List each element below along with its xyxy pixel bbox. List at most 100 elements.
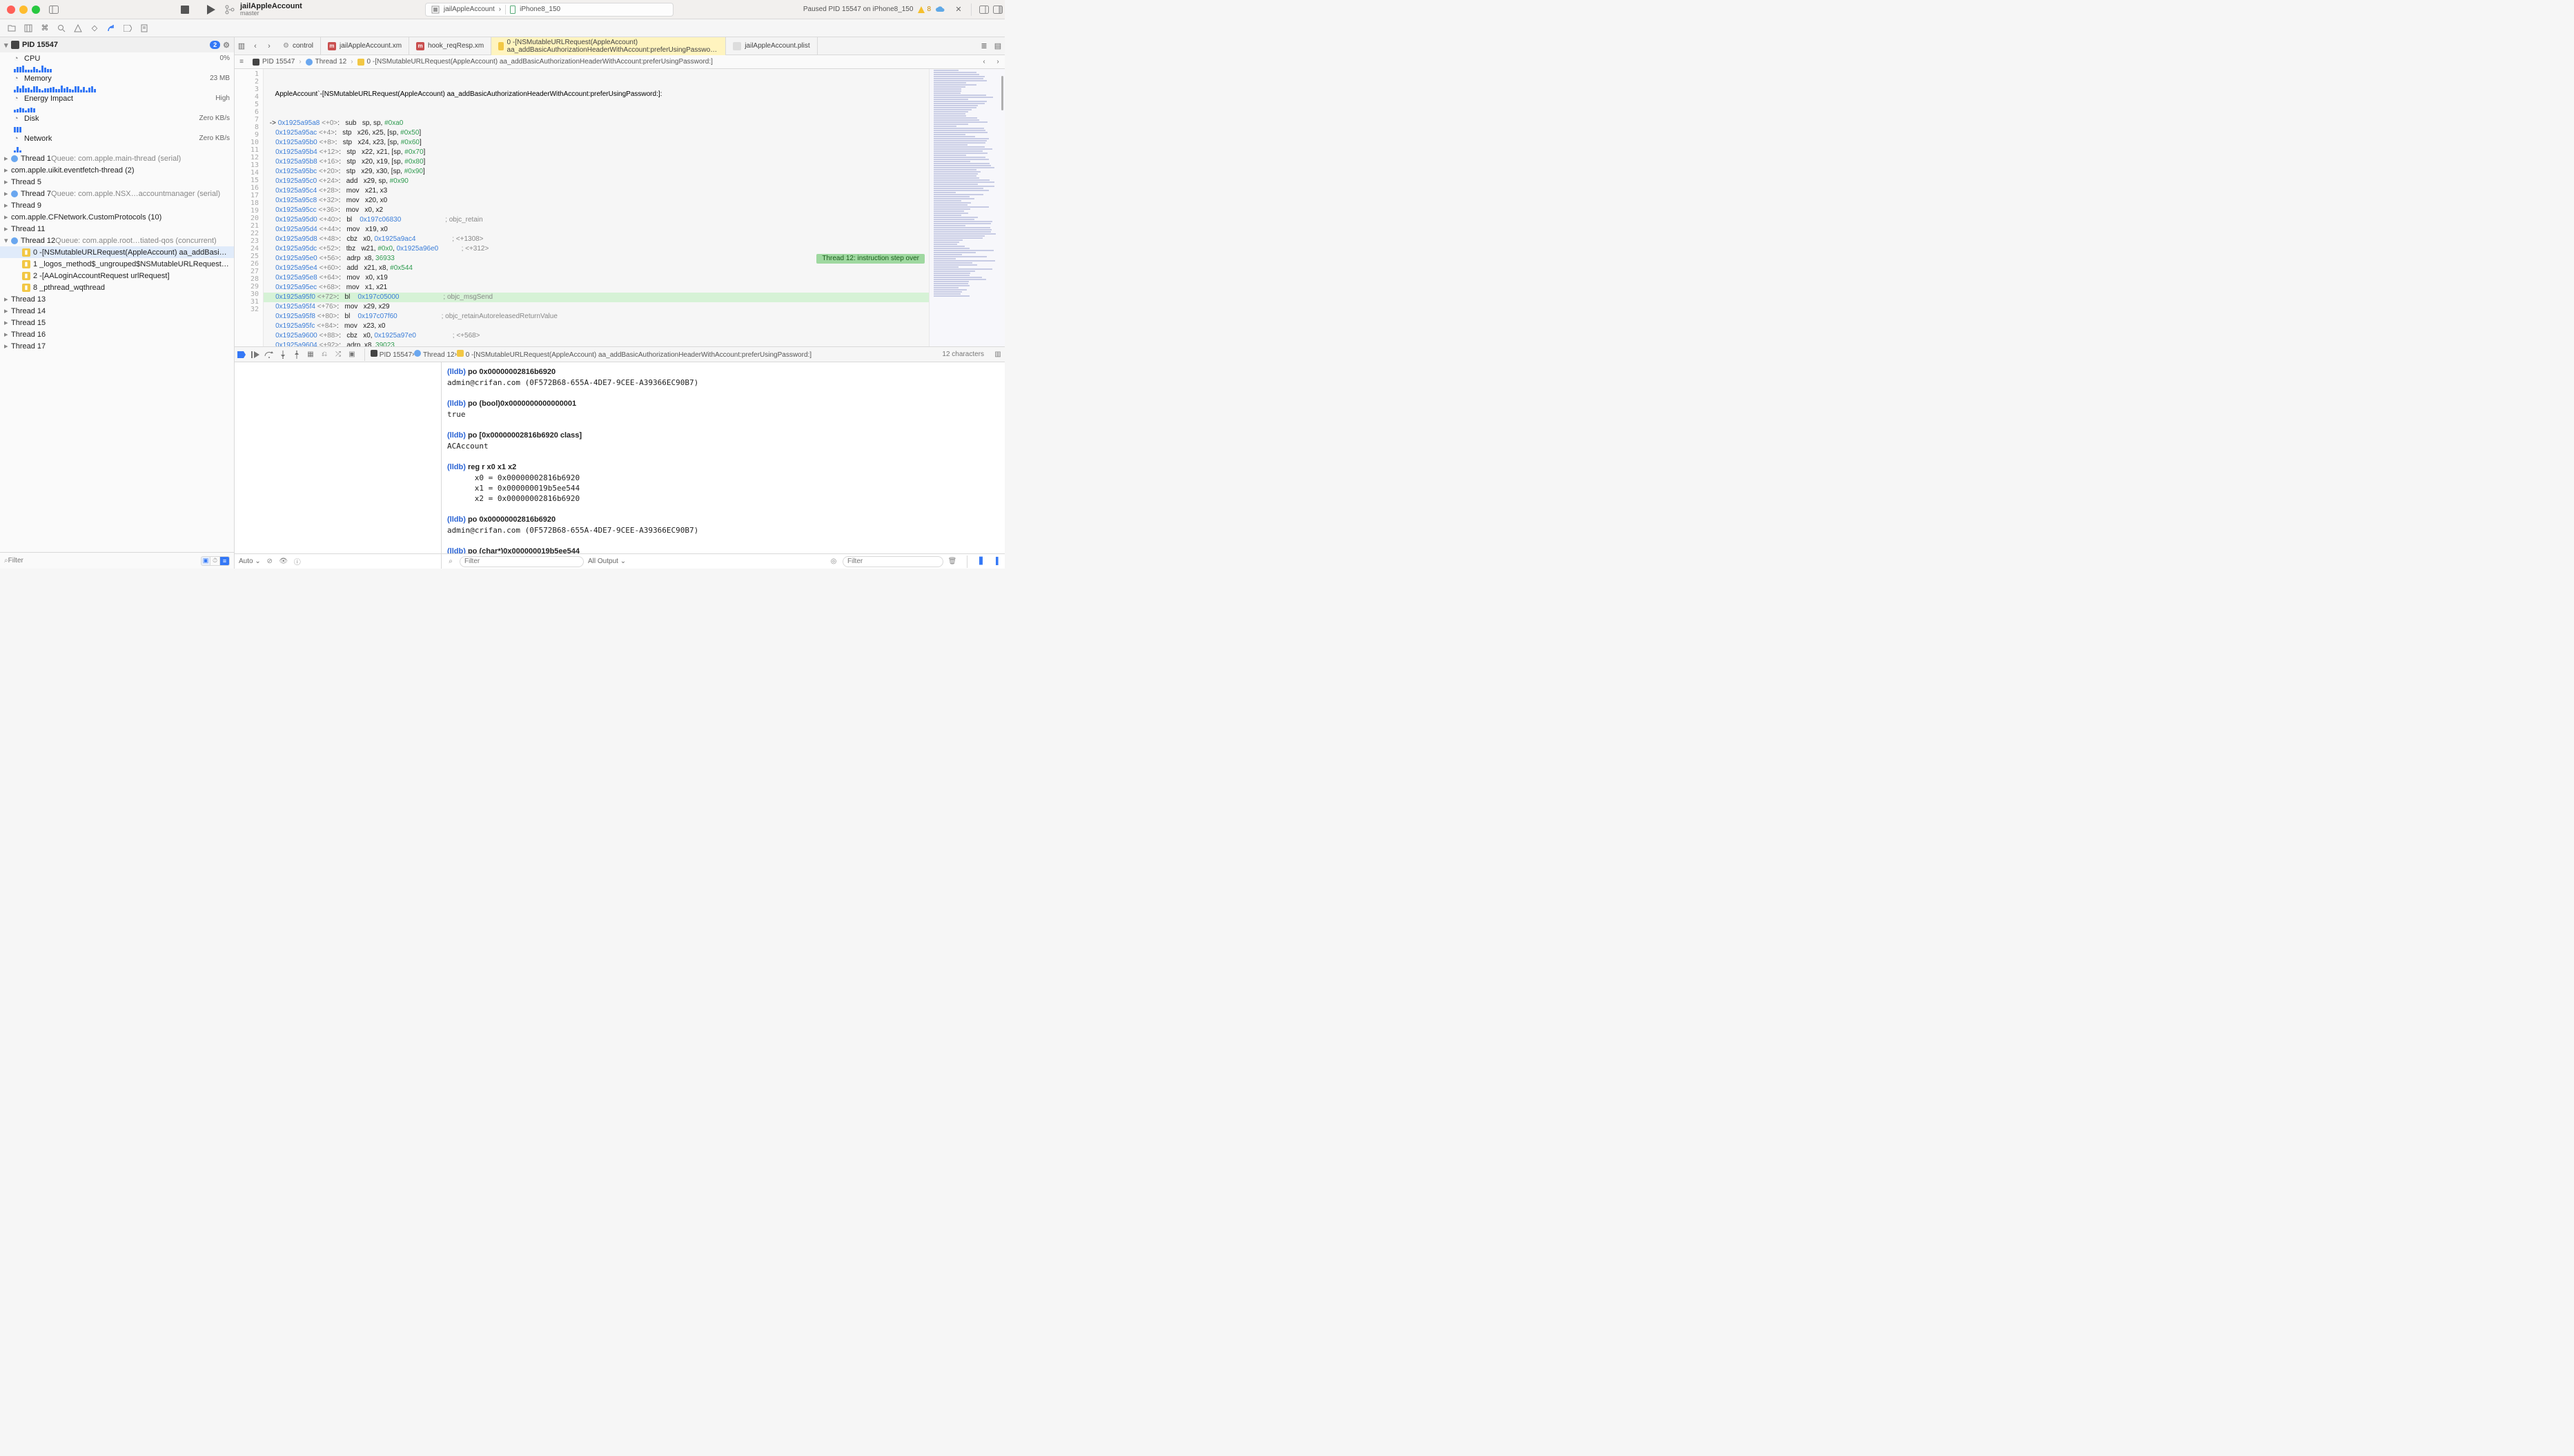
asm-line[interactable]: -> 0x1925a95a8 <+0>: sub sp, sp, #0xa0 — [264, 119, 929, 128]
debug-memory-graph-button[interactable]: ⎌ — [317, 348, 331, 361]
project-navigator-icon[interactable] — [4, 21, 19, 35]
run-button[interactable] — [204, 3, 218, 17]
library-button[interactable] — [977, 3, 991, 17]
minimap-viewport[interactable] — [1001, 76, 1003, 110]
console-right-filter-input[interactable] — [843, 556, 943, 567]
source-control-navigator-icon[interactable] — [21, 21, 36, 35]
variables-filter-icon[interactable]: ⊘ — [265, 557, 275, 567]
gauge-cpu[interactable]: ◔ CPU0% — [0, 52, 234, 64]
asm-line[interactable]: 0x1925a95f0 <+72>: bl 0x197c05000 ; objc… — [264, 293, 929, 302]
continue-button[interactable] — [248, 348, 262, 361]
minimap[interactable] — [929, 69, 1005, 346]
filter-seg-3[interactable]: ≡ — [220, 556, 230, 566]
show-console-pane-button[interactable]: ▐ — [991, 557, 1001, 567]
asm-line[interactable]: 0x1925a95c8 <+32>: mov x20, x0 — [264, 196, 929, 206]
find-navigator-icon[interactable] — [54, 21, 69, 35]
debug-area-toggle-icon[interactable]: ▥ — [991, 348, 1005, 361]
warning-icon[interactable]: 8 — [917, 6, 931, 14]
jump-crumb[interactable]: Thread 12 — [414, 350, 454, 359]
thread-row[interactable]: ▸Thread 13 — [0, 293, 234, 305]
navigator-filter-input[interactable] — [8, 557, 201, 564]
thread-row[interactable]: ▸Thread 17 — [0, 340, 234, 352]
editor-tab[interactable]: jailAppleAccount.plist — [726, 37, 818, 55]
issue-navigator-icon[interactable] — [70, 21, 86, 35]
asm-line[interactable]: 0x1925a9600 <+88>: cbz x0, 0x1925a97e0 ;… — [264, 331, 929, 341]
asm-line[interactable]: 0x1925a95ec <+68>: mov x1, x21 — [264, 283, 929, 293]
toggle-breakpoints-button[interactable] — [235, 348, 248, 361]
jump-crumb[interactable]: Thread 12 — [302, 58, 351, 66]
console-output[interactable]: (lldb) po 0x00000002816b6920 admin@crifa… — [442, 362, 1005, 553]
stop-button[interactable] — [178, 3, 192, 17]
add-tab-button[interactable]: ✕ — [952, 3, 965, 17]
thread-row[interactable]: ▸com.apple.CFNetwork.CustomProtocols (10… — [0, 211, 234, 223]
editor-layout-button-1[interactable]: ≣ — [977, 39, 991, 53]
asm-line[interactable]: 0x1925a95b0 <+8>: stp x24, x23, [sp, #0x… — [264, 138, 929, 148]
gauge-disk[interactable]: ◔ DiskZero KB/s — [0, 112, 234, 124]
thread-row[interactable]: ▸Thread 16 — [0, 328, 234, 340]
related-items-button[interactable]: ▥ — [235, 39, 248, 53]
variables-view[interactable]: Auto ⌄ ⊘ 👁 ⓘ — [235, 362, 442, 569]
editor-tab[interactable]: mjailAppleAccount.xm — [321, 37, 409, 55]
thread-row[interactable]: ▸Thread 7 Queue: com.apple.NSX…accountma… — [0, 188, 234, 199]
jump-prev-icon[interactable]: ‹ — [977, 55, 991, 69]
step-over-button[interactable] — [262, 348, 276, 361]
thread-row[interactable]: ▾Thread 12 Queue: com.apple.root…tiated-… — [0, 235, 234, 246]
editor-tab[interactable]: mhook_reqResp.xm — [409, 37, 491, 55]
gauge-network[interactable]: ◔ NetworkZero KB/s — [0, 132, 234, 144]
asm-line[interactable]: 0x1925a95c4 <+28>: mov x21, x3 — [264, 186, 929, 196]
jump-crumb[interactable]: 0 -[NSMutableURLRequest(AppleAccount) aa… — [353, 58, 717, 66]
console-trash-icon[interactable]: 🗑 — [947, 557, 957, 567]
jump-extra-icon[interactable]: ≡ — [235, 55, 248, 69]
asm-line[interactable]: 0x1925a95f8 <+80>: bl 0x197c07f60 ; objc… — [264, 312, 929, 322]
step-out-button[interactable] — [290, 348, 304, 361]
asm-line[interactable]: 0x1925a95b4 <+12>: stp x22, x21, [sp, #0… — [264, 148, 929, 157]
zoom-window-button[interactable] — [32, 6, 40, 14]
editor-tab[interactable]: ⚙︎control — [276, 37, 321, 55]
jump-crumb[interactable]: PID 15547 — [248, 58, 299, 66]
jump-next-icon[interactable]: › — [991, 55, 1005, 69]
asm-line[interactable]: 0x1925a95e4 <+60>: add x21, x8, #0x544 — [264, 264, 929, 273]
variables-eye-icon[interactable]: 👁 — [279, 557, 288, 567]
asm-line[interactable]: 0x1925a95c0 <+24>: add x29, sp, #0x90 — [264, 177, 929, 186]
cloud-icon[interactable] — [935, 6, 945, 13]
thread-row[interactable]: ▸Thread 14 — [0, 305, 234, 317]
symbol-navigator-icon[interactable]: ⌘ — [37, 21, 52, 35]
asm-line[interactable]: 0x1925a95fc <+84>: mov x23, x0 — [264, 322, 929, 331]
nav-forward-button[interactable]: › — [262, 39, 276, 53]
thread-row[interactable]: ▸Thread 5 — [0, 176, 234, 188]
debug-view-hierarchy-button[interactable]: ▦ — [304, 348, 317, 361]
asm-line[interactable]: 0x1925a95b8 <+16>: stp x20, x19, [sp, #0… — [264, 157, 929, 167]
thread-row[interactable]: ▸Thread 9 — [0, 199, 234, 211]
asm-line[interactable]: 0x1925a95d4 <+44>: mov x19, x0 — [264, 225, 929, 235]
step-into-button[interactable] — [276, 348, 290, 361]
stack-frame-row[interactable]: ▮1 _logos_method$_ungrouped$NSMutableURL… — [0, 258, 234, 270]
console-output-mode-selector[interactable]: All Output ⌄ — [588, 558, 626, 565]
gauge-energy-impact[interactable]: ◔ Energy ImpactHigh — [0, 92, 234, 104]
project-title-block[interactable]: jailAppleAccount master — [240, 2, 302, 17]
variables-scope-selector[interactable]: Auto ⌄ — [239, 558, 261, 565]
variables-info-icon[interactable]: ⓘ — [293, 557, 302, 567]
thread-row[interactable]: ▸com.apple.uikit.eventfetch-thread (2) — [0, 164, 234, 176]
report-navigator-icon[interactable] — [137, 21, 152, 35]
gauge-memory[interactable]: ◔ Memory23 MB — [0, 72, 234, 84]
nav-back-button[interactable]: ‹ — [248, 39, 262, 53]
close-window-button[interactable] — [7, 6, 15, 14]
environment-overrides-button[interactable]: ▣ — [345, 348, 359, 361]
jump-crumb[interactable]: 0 -[NSMutableURLRequest(AppleAccount) aa… — [457, 350, 812, 359]
disassembly-view[interactable]: AppleAccount`-[NSMutableURLRequest(Apple… — [264, 69, 929, 346]
editor-layout-button-2[interactable]: ▤ — [991, 39, 1005, 53]
navigator-content[interactable]: ▾PID 155472⚙︎◔ CPU0% ◔ Memory23 MB ◔ Energ… — [0, 37, 234, 552]
asm-line[interactable]: 0x1925a95d0 <+40>: bl 0x197c06830 ; objc… — [264, 215, 929, 225]
show-variables-pane-button[interactable]: ▋ — [977, 557, 987, 567]
sidebar-toggle-button[interactable] — [47, 3, 61, 17]
navigator-header[interactable]: ▾PID 155472⚙︎ — [0, 37, 234, 52]
filter-seg-2[interactable]: ⏱ — [210, 556, 220, 566]
asm-line[interactable]: 0x1925a95dc <+52>: tbz w21, #0x0, 0x1925… — [264, 244, 929, 254]
scheme-device-selector[interactable]: jailAppleAccount › iPhone8_150 — [425, 3, 674, 17]
filter-seg-1[interactable]: ▣ — [201, 556, 210, 566]
stack-frame-row[interactable]: ▮2 -[AALoginAccountRequest urlRequest] — [0, 270, 234, 282]
stack-frame-row[interactable]: ▮0 -[NSMutableURLRequest(AppleAccount) a… — [0, 246, 234, 258]
simulate-location-button[interactable]: ⤮ — [331, 348, 345, 361]
asm-line[interactable]: 0x1925a95f4 <+76>: mov x29, x29 — [264, 302, 929, 312]
asm-line[interactable]: 0x1925a95bc <+20>: stp x29, x30, [sp, #0… — [264, 167, 929, 177]
